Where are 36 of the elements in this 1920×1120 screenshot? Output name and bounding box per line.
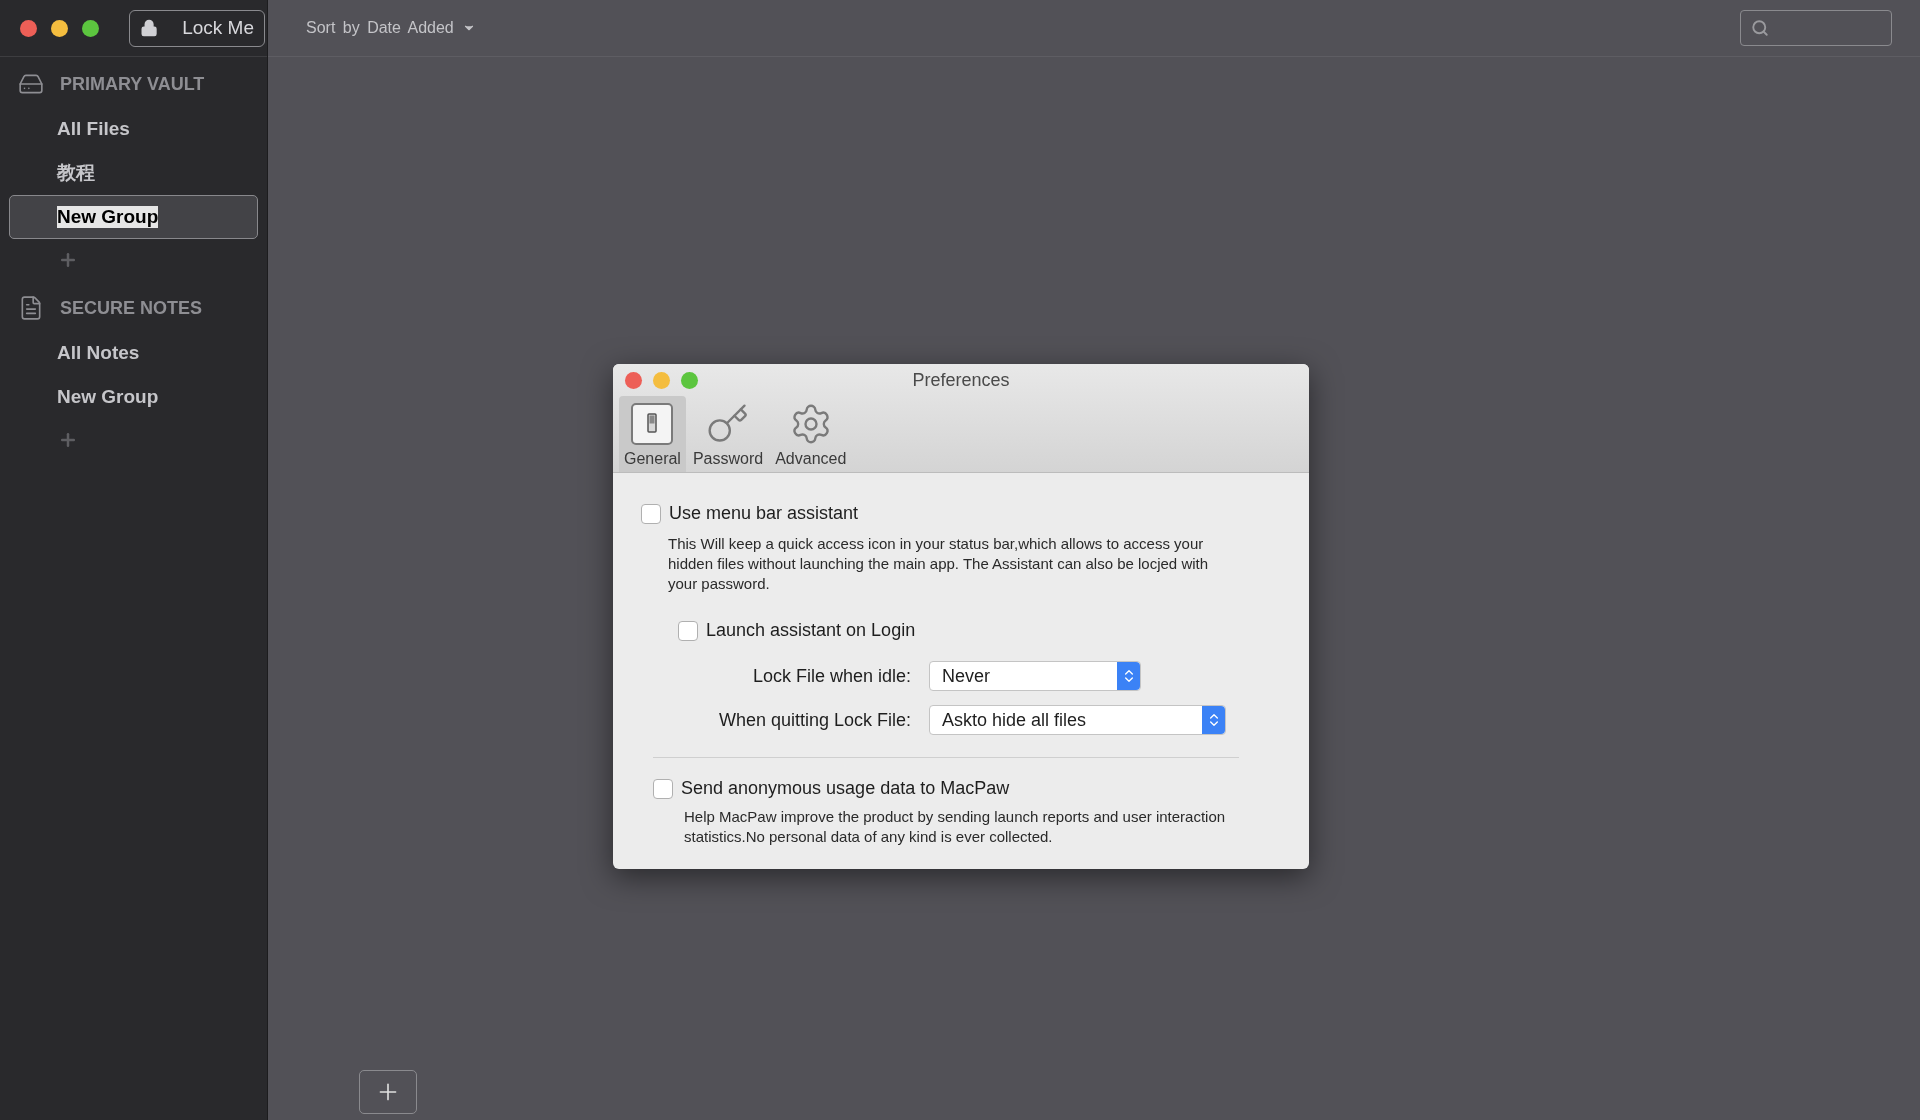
select-label: Lock File when idle:: [751, 665, 911, 687]
search-icon: [1751, 19, 1769, 37]
search-field[interactable]: [1740, 10, 1892, 46]
select-label: When quitting Lock File:: [717, 709, 911, 731]
preferences-tab[interactable]: General: [619, 396, 686, 472]
sidebar-item[interactable]: New Group: [9, 195, 258, 239]
zoom-button[interactable]: [82, 19, 99, 37]
lock-button[interactable]: Lock Me: [129, 9, 265, 47]
option-description: This Will keep a quick access icon in your status bar,which allows to access your hidden files without launching the main app. The Assistant can also be locjed with your password.: [668, 534, 1210, 594]
add-group-icon[interactable]: [58, 430, 78, 450]
lock-icon: [140, 18, 159, 38]
sidebar-item[interactable]: All Files: [9, 107, 258, 151]
checkbox[interactable]: [653, 778, 673, 799]
switch-icon: [630, 402, 675, 446]
minimize-button[interactable]: [51, 19, 68, 37]
option-description: Help MacPaw improve the product by sending launch reports and user interaction statistics.No personal data of any kind is ever collected.: [684, 807, 1227, 847]
add-group-icon[interactable]: [58, 250, 78, 270]
select-dropdown[interactable]: Never: [929, 661, 1141, 691]
checkbox[interactable]: [641, 503, 661, 524]
usage-data-option[interactable]: Send anonymous usage data to MacPaw: [653, 778, 1239, 799]
checkbox[interactable]: [678, 620, 698, 641]
sidebar-item[interactable]: All Notes: [9, 331, 258, 375]
add-button[interactable]: [359, 1070, 417, 1114]
close-button[interactable]: [625, 371, 642, 389]
dialog-title: Preferences: [912, 369, 1010, 391]
section-title: SECURE NOTES: [60, 297, 203, 319]
section-title: PRIMARY VAULT: [60, 73, 205, 95]
close-button[interactable]: [20, 19, 37, 37]
select-dropdown[interactable]: Askto hide all files: [929, 705, 1226, 735]
sidebar-item[interactable]: 教程: [9, 151, 258, 195]
launch-on-login-option[interactable]: Launch assistant on Login: [678, 620, 1239, 641]
preferences-tab[interactable]: Advanced: [770, 396, 852, 472]
sidebar-item[interactable]: New Group: [9, 375, 258, 419]
preferences-tab[interactable]: Password: [687, 396, 769, 472]
menu-bar-assistant-option[interactable]: Use menu bar assistant: [641, 503, 1239, 524]
sort-menu[interactable]: Sort by Date Added: [300, 18, 482, 38]
